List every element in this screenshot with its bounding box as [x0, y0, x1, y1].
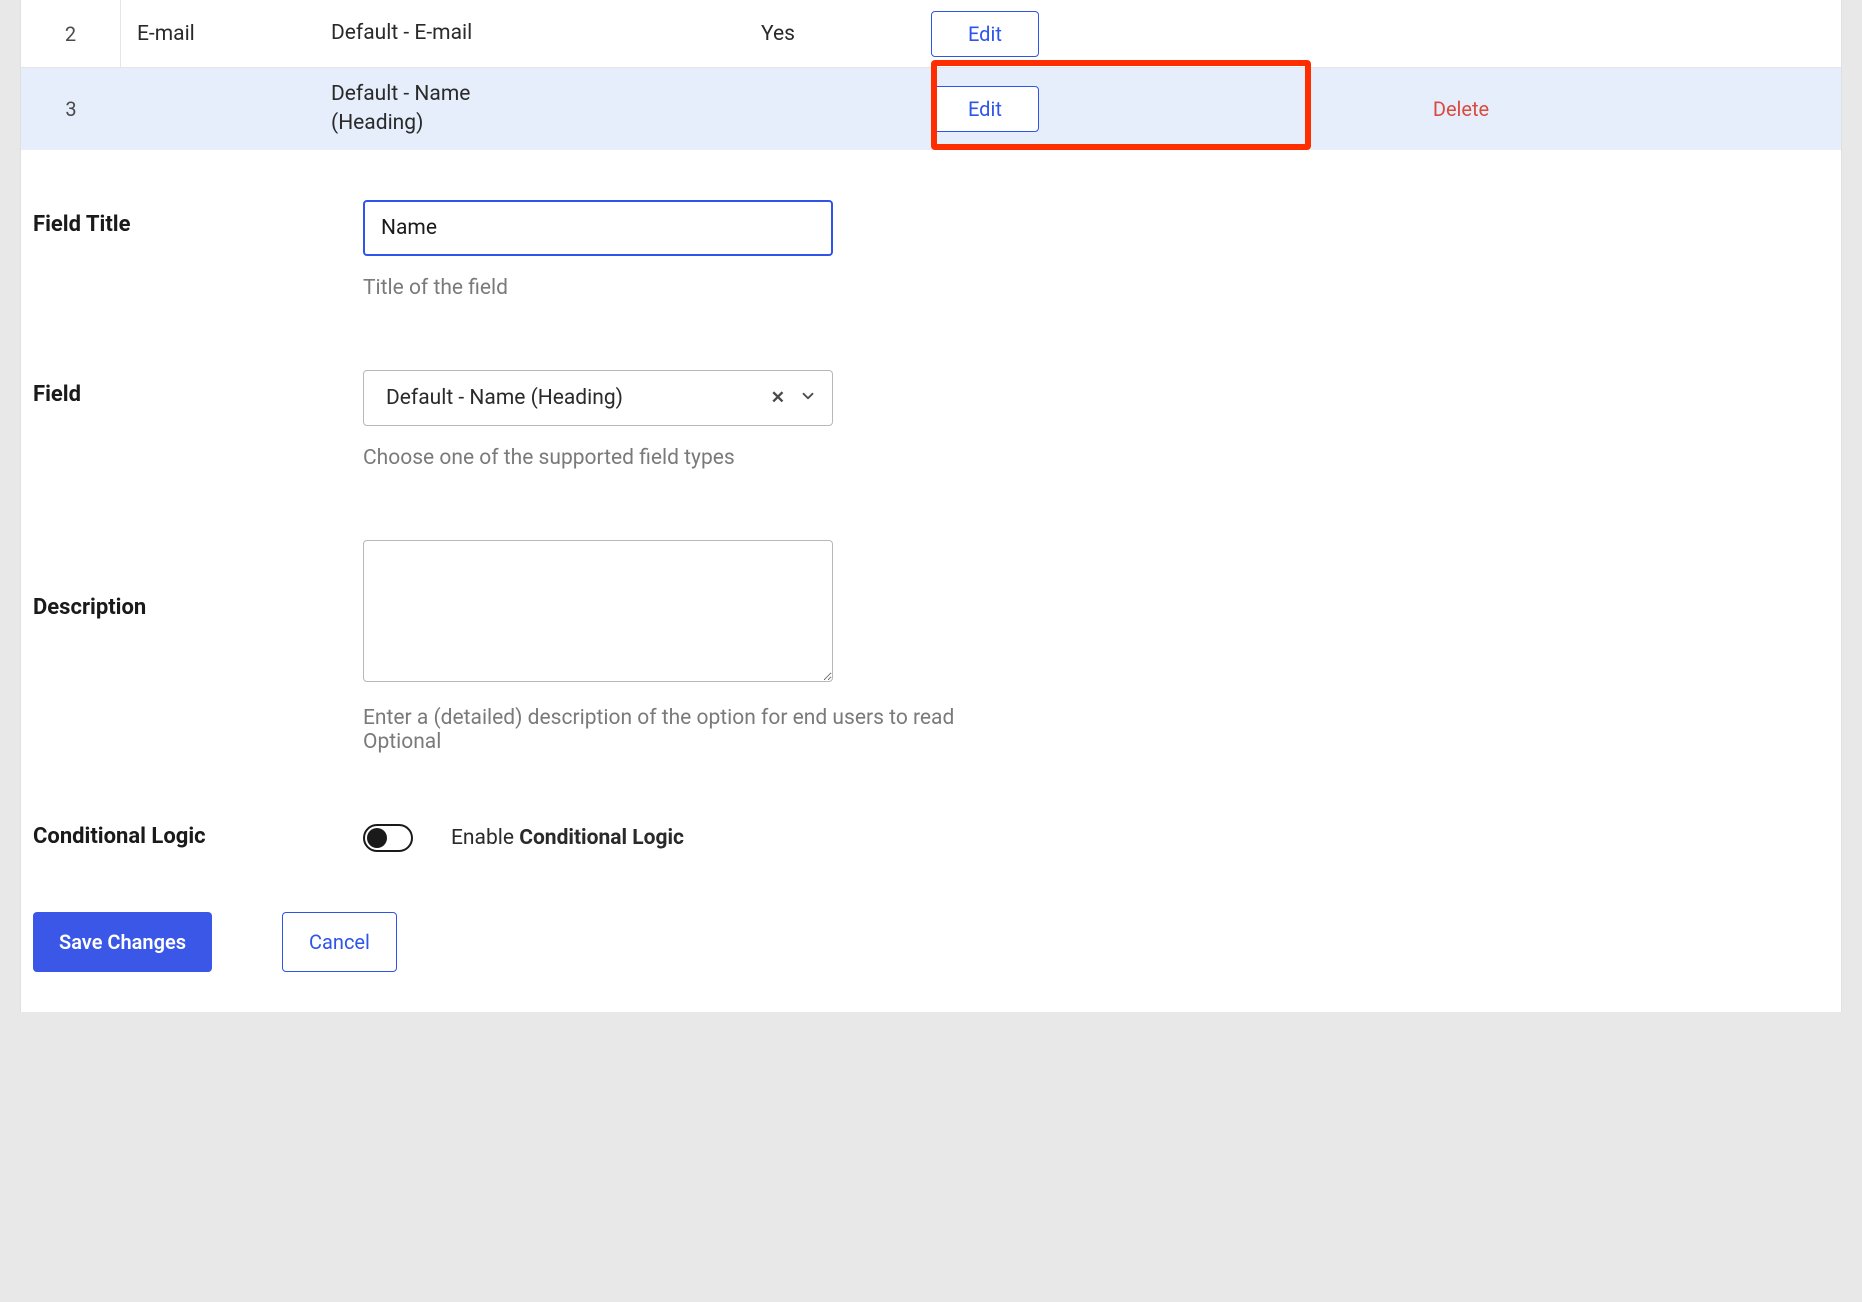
- chevron-down-icon[interactable]: [799, 387, 817, 409]
- delete-button[interactable]: Delete: [1433, 97, 1489, 121]
- description-textarea[interactable]: [363, 540, 833, 682]
- cancel-button[interactable]: Cancel: [282, 912, 397, 972]
- row-number: 2: [21, 0, 121, 67]
- conditional-logic-toggle[interactable]: [363, 824, 413, 852]
- table-row: 2 E-mail Default - E-mail Yes Edit: [21, 0, 1841, 68]
- row-number: 3: [21, 68, 121, 150]
- edit-button[interactable]: Edit: [931, 11, 1039, 57]
- field-type-select[interactable]: Default - Name (Heading): [363, 370, 833, 426]
- field-type-help: Choose one of the supported field types: [363, 446, 1063, 470]
- table-row: 3 Default - Name (Heading) Edit Delete: [21, 68, 1841, 150]
- field-title-input[interactable]: [363, 200, 833, 256]
- description-help: Enter a (detailed) description of the op…: [363, 706, 1063, 754]
- conditional-logic-toggle-label: Enable Conditional Logic: [451, 826, 684, 850]
- field-title-help: Title of the field: [363, 276, 1063, 300]
- field-type-label: Field: [33, 370, 363, 407]
- field-edit-form: Field Title Title of the field Field Def…: [21, 150, 1841, 1012]
- clear-icon[interactable]: ✕: [771, 388, 785, 408]
- fields-table: 2 E-mail Default - E-mail Yes Edit 3 Def…: [21, 0, 1841, 150]
- conditional-logic-label: Conditional Logic: [33, 824, 363, 849]
- save-changes-button[interactable]: Save Changes: [33, 912, 212, 972]
- field-required-cell: Yes: [761, 22, 931, 46]
- field-type-cell: Default - E-mail: [331, 19, 761, 48]
- edit-button[interactable]: Edit: [931, 86, 1039, 132]
- field-name-cell: E-mail: [121, 22, 331, 46]
- description-label: Description: [33, 540, 363, 620]
- field-type-cell: Default - Name (Heading): [331, 80, 761, 139]
- field-title-label: Field Title: [33, 200, 363, 237]
